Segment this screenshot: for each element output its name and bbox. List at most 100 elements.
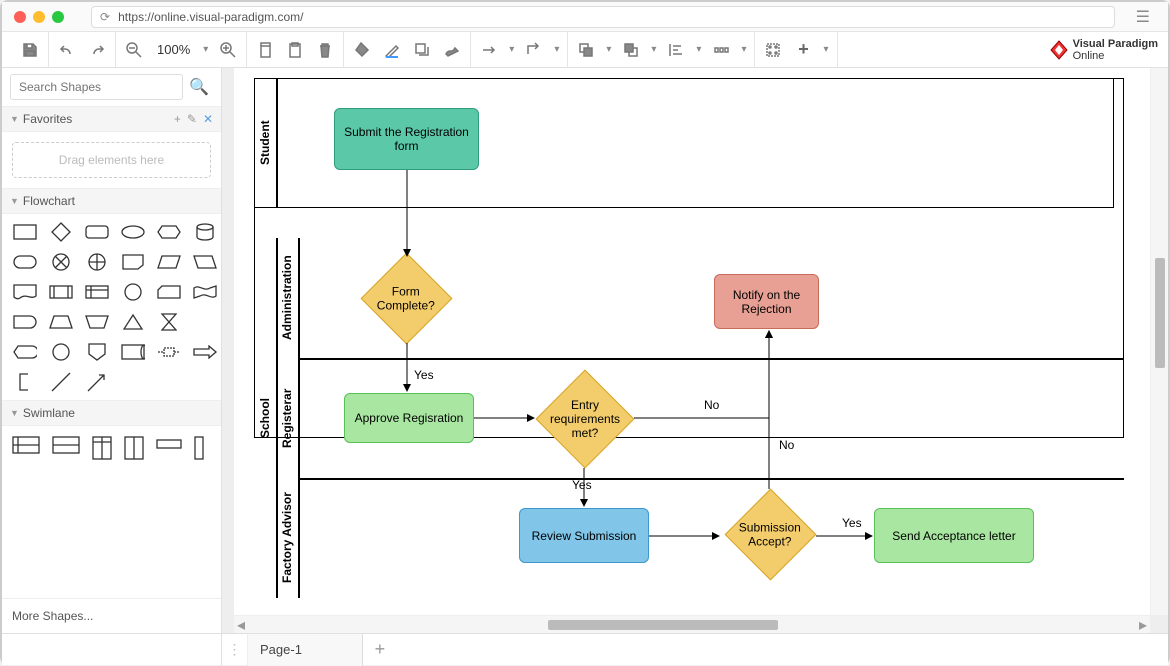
grid-toggle-button[interactable] [763, 40, 783, 60]
connection-button[interactable] [479, 40, 499, 60]
shape-trap2[interactable] [84, 312, 110, 332]
add-tab-button[interactable]: + [363, 639, 397, 660]
swimlane-v1[interactable] [92, 436, 112, 465]
tabstrip: ⋮ Page-1 + [2, 633, 1168, 665]
shape-ellipse[interactable] [120, 222, 146, 242]
edge-yes-2: Yes [572, 478, 592, 492]
shape-doc[interactable] [12, 282, 38, 302]
close-favorites-icon[interactable]: ✕ [203, 112, 213, 126]
line-color-button[interactable] [382, 40, 402, 60]
shape-shield[interactable] [84, 342, 110, 362]
shape-card[interactable] [156, 282, 182, 302]
shape-cylinder[interactable] [192, 222, 218, 242]
save-button[interactable] [20, 40, 40, 60]
brand-line1: Visual Paradigm [1073, 38, 1158, 50]
node-send-acceptance[interactable]: Send Acceptance letter [874, 508, 1034, 563]
search-icon[interactable]: 🔍 [189, 77, 209, 97]
shadow-button[interactable] [412, 40, 432, 60]
brand-logo-icon [1049, 40, 1069, 60]
toolbar: 100% ▾ ▾ ▾ ▾ ▾ ▾ ▾ + ▾ Visual ParadigmOn… [2, 32, 1168, 68]
shape-circle2[interactable] [120, 282, 146, 302]
shape-hourglass[interactable] [156, 312, 182, 332]
maximize-dot[interactable] [52, 11, 64, 23]
undo-button[interactable] [57, 40, 77, 60]
flowchart-header[interactable]: ▼ Flowchart [2, 188, 221, 214]
shape-arrow[interactable] [192, 342, 218, 362]
delete-button[interactable] [315, 40, 335, 60]
shape-circle-x[interactable] [48, 252, 74, 272]
redo-button[interactable] [87, 40, 107, 60]
horizontal-scrollbar[interactable]: ◂ ▸ [234, 616, 1150, 633]
shape-internal[interactable] [84, 282, 110, 302]
search-input[interactable] [10, 74, 183, 100]
lane-registerar[interactable]: Registerar [276, 358, 298, 478]
shape-delay[interactable] [12, 312, 38, 332]
shape-link[interactable] [156, 342, 182, 362]
shape-hex[interactable] [156, 222, 182, 242]
canvas-area[interactable]: Student School Administration Registerar… [222, 68, 1168, 633]
shape-parallelogram[interactable] [156, 252, 182, 272]
lane-administration[interactable]: Administration [276, 238, 298, 358]
paste-button[interactable] [285, 40, 305, 60]
shape-display[interactable] [12, 342, 38, 362]
swimlane-v2[interactable] [124, 436, 144, 465]
tab-drag-icon[interactable]: ⋮ [222, 634, 248, 666]
tab-page-1[interactable]: Page-1 [248, 634, 363, 666]
shape-parallelogram-r[interactable] [192, 252, 218, 272]
align-button[interactable] [666, 40, 686, 60]
shape-tri[interactable] [120, 312, 146, 332]
node-notify-reject[interactable]: Notify on the Rejection [714, 274, 819, 329]
swimlane-single-h[interactable] [156, 436, 182, 465]
copy-button[interactable] [255, 40, 275, 60]
swimlane-shapes [2, 426, 221, 475]
swimlane-single-v[interactable] [194, 436, 204, 465]
swimlane-h1[interactable] [12, 436, 40, 465]
favorites-header[interactable]: ▼ Favorites + ✎ ✕ [2, 106, 221, 132]
node-submit[interactable]: Submit the Registration form [334, 108, 479, 170]
shape-arrow-line[interactable] [84, 372, 110, 392]
url-field[interactable]: ⟳ https://online.visual-paradigm.com/ [91, 6, 1115, 28]
favorites-drop-zone[interactable]: Drag elements here [12, 142, 211, 178]
minimize-dot[interactable] [33, 11, 45, 23]
lane-factory-advisor[interactable]: Factory Advisor [276, 478, 298, 598]
shape-circle3[interactable] [48, 342, 74, 362]
to-back-button[interactable] [621, 40, 641, 60]
node-approve[interactable]: Approve Regisration [344, 393, 474, 443]
chevron-down-icon: ▼ [10, 196, 19, 206]
shape-stadium[interactable] [12, 252, 38, 272]
shape-circle-plus[interactable] [84, 252, 110, 272]
add-button[interactable]: + [793, 40, 813, 60]
edit-favorite-icon[interactable]: ✎ [187, 112, 197, 126]
waypoint-button[interactable] [524, 40, 544, 60]
shape-direct[interactable] [120, 342, 146, 362]
hamburger-icon[interactable]: ☰ [1130, 5, 1156, 29]
shape-rounded[interactable] [84, 222, 110, 242]
zoom-in-button[interactable] [218, 40, 238, 60]
shape-predef[interactable] [48, 282, 74, 302]
reload-icon[interactable]: ⟳ [100, 10, 110, 24]
swimlane-h2[interactable] [52, 436, 80, 465]
node-submission-accept[interactable]: Submission Accept? [725, 489, 817, 581]
url-text: https://online.visual-paradigm.com/ [118, 10, 303, 24]
zoom-value[interactable]: 100% [154, 42, 193, 57]
close-dot[interactable] [14, 11, 26, 23]
shape-diamond[interactable] [48, 222, 74, 242]
zoom-out-button[interactable] [124, 40, 144, 60]
node-review[interactable]: Review Submission [519, 508, 649, 563]
shape-rect[interactable] [12, 222, 38, 242]
shape-bracket[interactable] [12, 372, 38, 392]
more-shapes-link[interactable]: More Shapes... [2, 598, 221, 633]
shape-offpage[interactable] [120, 252, 146, 272]
swimlane-header[interactable]: ▼ Swimlane [2, 400, 221, 426]
to-front-button[interactable] [576, 40, 596, 60]
search-options-icon[interactable]: ⋮ [215, 79, 222, 96]
style-button[interactable] [442, 40, 462, 60]
shape-trap[interactable] [48, 312, 74, 332]
fill-color-button[interactable] [352, 40, 372, 60]
add-favorite-icon[interactable]: + [174, 112, 181, 126]
shape-line[interactable] [48, 372, 74, 392]
distribute-button[interactable] [711, 40, 731, 60]
lane-school[interactable]: School [254, 238, 276, 598]
shape-tape[interactable] [192, 282, 218, 302]
vertical-scrollbar[interactable] [1151, 68, 1168, 615]
